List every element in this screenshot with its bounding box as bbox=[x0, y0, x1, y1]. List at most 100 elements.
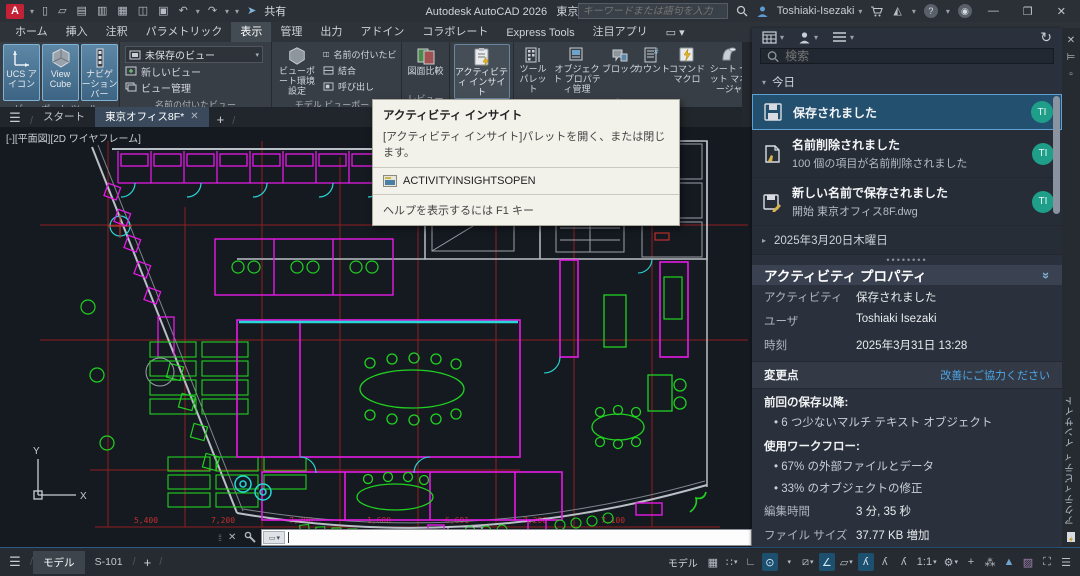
cart-icon[interactable] bbox=[870, 6, 883, 17]
snap-toggle-icon[interactable]: ∷▾ bbox=[724, 553, 740, 571]
grid-toggle-icon[interactable]: ▦ bbox=[705, 553, 721, 571]
tool-palettes-button[interactable]: ツール パレット bbox=[517, 44, 549, 95]
group-today[interactable]: ▾ 今日 bbox=[752, 70, 1062, 94]
ucs-icon-button[interactable]: UCS アイコン bbox=[3, 44, 40, 101]
autocad-logo[interactable]: A bbox=[6, 4, 24, 19]
graphics-performance-icon[interactable]: ▲ bbox=[1001, 553, 1017, 571]
help-icon[interactable]: ? bbox=[924, 4, 938, 18]
polar-tracking-icon[interactable]: ⊙ bbox=[762, 553, 778, 571]
autodesk-logo-icon[interactable]: ◭ bbox=[891, 1, 903, 21]
restore-viewports-button[interactable]: 呼び出し bbox=[323, 79, 397, 95]
new-layout-button[interactable]: + bbox=[136, 555, 160, 570]
palette-close-icon[interactable]: ✕ bbox=[1067, 35, 1075, 46]
activity-item-saved[interactable]: 保存されました TI bbox=[752, 94, 1062, 130]
clean-screen-image-icon[interactable]: ▨ bbox=[1020, 553, 1036, 571]
user-filter-button[interactable]: ▾ bbox=[798, 31, 818, 44]
tab-output[interactable]: 出力 bbox=[311, 20, 351, 42]
collapse-properties-icon[interactable]: » bbox=[1039, 271, 1054, 278]
tab-manage[interactable]: 管理 bbox=[271, 20, 311, 42]
feedback-link[interactable]: 改善にご協力ください bbox=[940, 367, 1050, 383]
tab-annotate[interactable]: 注釈 bbox=[97, 20, 137, 42]
properties-palette-button[interactable]: オブジェクト プロパティ管理 bbox=[551, 44, 603, 95]
close-button[interactable]: ✕ bbox=[1049, 5, 1074, 18]
blocks-palette-button[interactable]: ブロック bbox=[605, 44, 635, 95]
file-tab-menu-icon[interactable]: ☰ bbox=[0, 108, 30, 127]
model-space-toggle[interactable]: モデル bbox=[664, 555, 702, 570]
workspace-gear-icon[interactable]: ⚙▾ bbox=[942, 553, 960, 571]
save-as-icon[interactable]: ▥ bbox=[95, 1, 109, 21]
annotation-visibility-icon[interactable]: ʎ bbox=[858, 553, 874, 571]
collapse-today-icon[interactable]: ▾ bbox=[762, 78, 766, 87]
view-dropdown[interactable]: 未保存のビュー▾ bbox=[125, 46, 263, 63]
tab-insert[interactable]: 挿入 bbox=[57, 20, 97, 42]
autoscale-icon[interactable]: ʎ bbox=[877, 553, 893, 571]
share-label[interactable]: 共有 bbox=[264, 3, 286, 19]
panel-title-named-views[interactable]: 名前の付いたビュー bbox=[120, 99, 271, 107]
type-filter-button[interactable]: ▾ bbox=[832, 31, 854, 43]
command-line-grip[interactable]: ⁞⁞ bbox=[215, 533, 224, 543]
viewport-config-button[interactable]: ビューポート環境設定 bbox=[275, 44, 319, 97]
user-icon[interactable] bbox=[756, 5, 769, 18]
expand-date-group-icon[interactable]: ▸ bbox=[762, 236, 766, 245]
redo-icon[interactable]: ↷ bbox=[206, 1, 219, 21]
command-chip-icon[interactable]: ▭▾ bbox=[263, 531, 285, 544]
refresh-icon[interactable]: ↻ bbox=[1040, 29, 1052, 46]
palette-search-input[interactable] bbox=[785, 49, 1047, 63]
new-file-icon[interactable]: ▯ bbox=[40, 1, 50, 21]
minimize-button[interactable]: — bbox=[980, 5, 1007, 17]
tab-featured-apps[interactable]: 注目アプリ bbox=[584, 20, 657, 42]
palette-scrollbar[interactable] bbox=[1053, 96, 1060, 214]
tab-start[interactable]: スタート bbox=[33, 106, 95, 127]
help-caret-icon[interactable]: ▾ bbox=[946, 7, 950, 16]
tab-express-tools[interactable]: Express Tools bbox=[497, 24, 583, 42]
annotation-monitor-icon[interactable]: + bbox=[963, 553, 979, 571]
signed-in-user[interactable]: Toshiaki-Isezaki▾ bbox=[777, 5, 863, 17]
open-file-icon[interactable]: ▱ bbox=[56, 1, 68, 21]
date-group-row[interactable]: ▸ 2025年3月20日木曜日 bbox=[752, 226, 1062, 255]
qat-customize-caret-icon[interactable]: ▾ bbox=[235, 7, 239, 16]
save-icon[interactable]: ▤ bbox=[75, 1, 89, 21]
activity-item-saved-as[interactable]: 新しい名前で保存されました 開始 東京オフィス8F.dwg TI bbox=[752, 178, 1062, 226]
autodesk-caret-icon[interactable]: ▾ bbox=[912, 7, 916, 16]
undo-icon[interactable]: ↶ bbox=[177, 1, 190, 21]
viewcube-button[interactable]: View Cube bbox=[42, 44, 79, 101]
view-manager-button[interactable]: ビュー管理 bbox=[125, 79, 266, 95]
palette-search[interactable] bbox=[760, 48, 1054, 64]
scale-value[interactable]: 1:1▾ bbox=[915, 553, 939, 571]
layout-menu-icon[interactable]: ☰ bbox=[0, 554, 30, 570]
tab-view[interactable]: 表示 bbox=[231, 20, 271, 42]
sheet-icon[interactable]: ◫ bbox=[136, 1, 150, 21]
layout-tab-s101[interactable]: S-101 bbox=[85, 552, 133, 572]
tab-collaborate[interactable]: コラボレート bbox=[413, 20, 497, 42]
tab-parametric[interactable]: パラメトリック bbox=[137, 20, 232, 42]
command-input[interactable]: ▭▾ bbox=[261, 529, 752, 546]
navigation-bar-button[interactable]: ナビゲーション バー bbox=[81, 44, 118, 101]
isodraft-icon[interactable]: ⧄▾ bbox=[800, 553, 816, 571]
isolate-objects-icon[interactable]: ⁂ bbox=[982, 553, 998, 571]
undo-caret-icon[interactable]: ▾ bbox=[196, 7, 200, 16]
print-icon[interactable]: ▣ bbox=[156, 1, 170, 21]
object-snap-icon[interactable]: ▱▾ bbox=[838, 553, 855, 571]
viewport-controls-label[interactable]: [-][平面図][2D ワイヤフレーム] bbox=[6, 130, 141, 145]
ortho-toggle-icon[interactable]: ∟ bbox=[743, 553, 759, 571]
drawing-compare-button[interactable]: 図面比較 bbox=[405, 44, 446, 91]
new-view-button[interactable]: 新しいビュー bbox=[125, 63, 266, 79]
close-doc-tab-icon[interactable]: ✕ bbox=[190, 111, 198, 122]
command-macro-button[interactable]: コマンド マクロ bbox=[669, 44, 705, 95]
annotation-scale-icon[interactable]: ʎ bbox=[896, 553, 912, 571]
clean-screen-icon[interactable]: ⛶ bbox=[1039, 553, 1055, 571]
tab-home[interactable]: ホーム bbox=[6, 20, 57, 42]
plot-icon[interactable]: ▦ bbox=[115, 1, 129, 21]
count-palette-button[interactable]: # カウント bbox=[637, 44, 667, 95]
panel-title-viewport-tools[interactable]: ビューポート ツール ▾ bbox=[0, 103, 119, 107]
date-filter-button[interactable]: ▾ bbox=[762, 30, 784, 44]
palette-autohide-icon[interactable]: ⊨ bbox=[1067, 52, 1076, 63]
command-line-close-icon[interactable]: ✕ bbox=[224, 532, 240, 543]
tab-document[interactable]: 東京オフィス8F*✕ bbox=[95, 106, 209, 127]
customization-icon[interactable]: ☰ bbox=[1058, 553, 1074, 571]
ribbon-display-toggle-icon[interactable]: ▭ ▾ bbox=[657, 23, 694, 42]
sheet-set-manager-button[interactable]: シート セット マネージャ bbox=[707, 44, 742, 95]
activity-insight-button[interactable]: アクティビティ インサイト bbox=[454, 44, 510, 99]
search-icon[interactable] bbox=[736, 5, 748, 17]
join-viewports-button[interactable]: 結合 bbox=[323, 62, 397, 78]
